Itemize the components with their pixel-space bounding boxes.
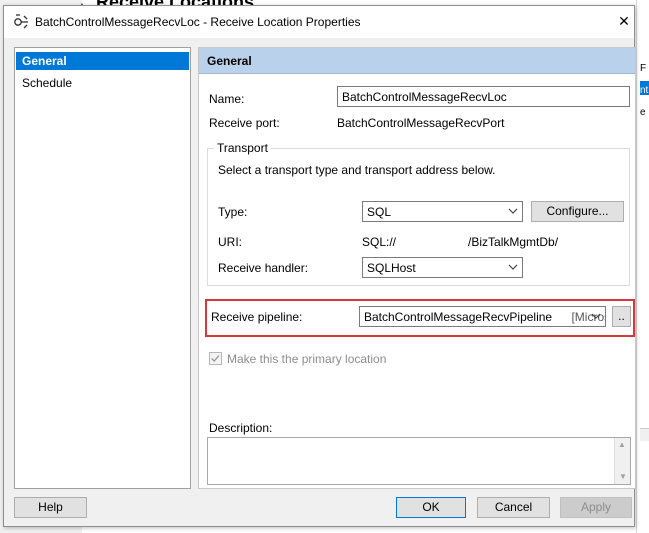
receive-port-label: Receive port: bbox=[209, 116, 280, 130]
receive-location-icon bbox=[14, 14, 28, 29]
name-label: Name: bbox=[209, 92, 245, 106]
name-field[interactable]: BatchControlMessageRecvLoc bbox=[337, 86, 630, 107]
dialog-title: BatchControlMessageRecvLoc - Receive Loc… bbox=[35, 15, 361, 29]
transport-group-caption: Transport bbox=[214, 141, 271, 155]
pipeline-highlight-frame: Receive pipeline: BatchControlMessageRec… bbox=[205, 299, 635, 337]
nav-item-general[interactable]: General bbox=[16, 52, 189, 70]
background-list-fragments: F nt e bbox=[640, 58, 649, 124]
name-value: BatchControlMessageRecvLoc bbox=[342, 90, 507, 104]
receive-pipeline-dropdown[interactable]: BatchControlMessageRecvPipeline [Micros bbox=[359, 306, 606, 327]
background-fragment: e bbox=[640, 107, 646, 118]
chevron-down-icon bbox=[508, 264, 518, 270]
transport-group: Transport Select a transport type and tr… bbox=[207, 141, 630, 286]
type-dropdown[interactable]: SQL bbox=[362, 201, 523, 222]
primary-location-label: Make this the primary location bbox=[227, 352, 387, 366]
chevron-down-icon bbox=[591, 313, 601, 319]
background-fragment: nt bbox=[640, 85, 649, 96]
uri-suffix: /BizTalkMgmtDb/ bbox=[468, 235, 559, 249]
uri-prefix: SQL:// bbox=[362, 235, 397, 249]
receive-handler-label: Receive handler: bbox=[218, 261, 309, 275]
uri-redacted bbox=[396, 236, 469, 246]
receive-handler-dropdown[interactable]: SQLHost bbox=[362, 257, 523, 278]
chevron-down-icon bbox=[508, 208, 518, 214]
receive-location-properties-dialog: BatchControlMessageRecvLoc - Receive Loc… bbox=[3, 5, 636, 527]
receive-handler-value: SQLHost bbox=[367, 261, 416, 275]
receive-port-value: BatchControlMessageRecvPort bbox=[337, 116, 505, 130]
description-scrollbar[interactable]: ▲ ▼ bbox=[614, 438, 630, 484]
type-value: SQL bbox=[367, 205, 392, 219]
configure-button[interactable]: Configure... bbox=[531, 201, 624, 222]
section-header-title: General bbox=[207, 54, 252, 68]
description-label: Description: bbox=[209, 421, 273, 435]
receive-pipeline-value: BatchControlMessageRecvPipeline bbox=[364, 310, 553, 324]
section-header: General bbox=[199, 48, 635, 74]
uri-value: SQL:// /BizTalkMgmtDb/ bbox=[362, 235, 558, 249]
primary-location-checkbox[interactable] bbox=[209, 352, 222, 365]
uri-label: URI: bbox=[218, 235, 242, 249]
background-fragment: F bbox=[640, 63, 647, 74]
nav-item-schedule[interactable]: Schedule bbox=[16, 74, 189, 92]
scroll-up-icon[interactable]: ▲ bbox=[615, 438, 629, 452]
page-navigation-list: General Schedule bbox=[14, 47, 191, 489]
general-page-panel: General Name: BatchControlMessageRecvLoc… bbox=[198, 47, 636, 489]
scroll-down-icon[interactable]: ▼ bbox=[616, 470, 630, 484]
check-icon bbox=[211, 355, 220, 363]
ok-button[interactable]: OK bbox=[396, 497, 466, 518]
close-button[interactable]: ✕ bbox=[616, 12, 632, 30]
description-field[interactable]: ▲ ▼ bbox=[207, 437, 631, 485]
background-scrollbar bbox=[640, 428, 649, 441]
type-label: Type: bbox=[218, 205, 248, 219]
cancel-button[interactable]: Cancel bbox=[477, 497, 550, 518]
title-bar: BatchControlMessageRecvLoc - Receive Loc… bbox=[4, 6, 634, 38]
apply-button[interactable]: Apply bbox=[560, 497, 632, 518]
help-button[interactable]: Help bbox=[14, 497, 87, 518]
receive-pipeline-label: Receive pipeline: bbox=[211, 310, 303, 324]
transport-instruction: Select a transport type and transport ad… bbox=[218, 163, 496, 177]
pipeline-browse-button[interactable]: .. bbox=[612, 306, 631, 327]
